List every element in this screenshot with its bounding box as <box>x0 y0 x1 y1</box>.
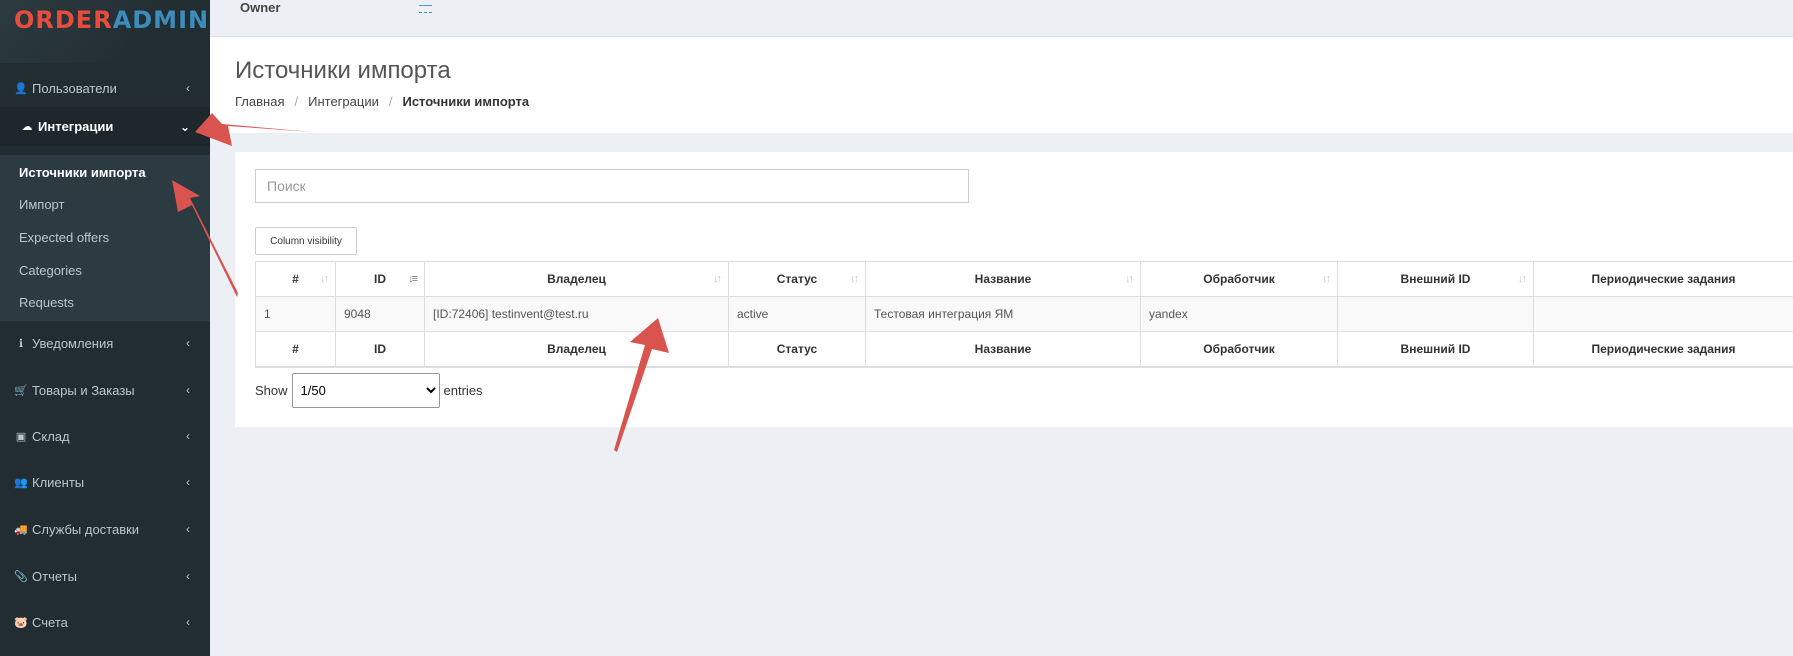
cart-icon: 🛒 <box>14 384 28 397</box>
cell-owner: [ID:72406] testinvent@test.ru <box>424 296 729 332</box>
chevron-left-icon: ‹ <box>186 383 190 397</box>
user-icon: 👤 <box>14 82 28 95</box>
column-header-owner[interactable]: Владелец ↓↑ <box>424 261 729 297</box>
sort-icon: ↓↑ <box>320 273 329 285</box>
owner-value-link[interactable]: — <box>419 0 432 13</box>
column-header-periodic-tasks[interactable]: Периодические задания <box>1533 261 1793 297</box>
sidebar-item-invoices[interactable]: 🐷 Счета ‹ <box>0 612 210 632</box>
import-sources-table: # ↓↑ ID ↓≡ Владелец ↓↑ Статус ↓↑ Название ↓↑ … <box>255 261 1793 368</box>
chevron-left-icon: ‹ <box>186 569 190 583</box>
chevron-left-icon: ‹ <box>186 81 190 95</box>
info-icon: ℹ <box>18 337 24 350</box>
table-header-row: # ↓↑ ID ↓≡ Владелец ↓↑ Статус ↓↑ Название ↓↑ … <box>255 261 1793 297</box>
truck-icon: 🚚 <box>14 523 28 536</box>
users-icon: 👥 <box>14 476 28 489</box>
sidebar-item-label: Пользователи <box>32 80 117 96</box>
sidebar-item-label: Службы доставки <box>32 521 140 537</box>
submenu-item-requests[interactable]: Requests <box>19 295 74 310</box>
entries-length-control: Show 1/50 entries <box>255 373 483 408</box>
breadcrumb-home[interactable]: Главная <box>235 94 284 109</box>
cell-status: active <box>728 296 866 332</box>
cloud-download-icon: ☁ <box>21 121 33 133</box>
sidebar-item-label: Уведомления <box>32 335 114 351</box>
sidebar-item-label: Интеграции <box>38 119 114 134</box>
submenu-item-import-sources[interactable]: Источники импорта <box>19 165 146 180</box>
sidebar-item-label: Отчеты <box>32 568 77 584</box>
cell-handler: yandex <box>1140 296 1338 332</box>
top-strip <box>210 0 1793 37</box>
sort-icon: ↓↑ <box>850 273 859 285</box>
sidebar-item-warehouse[interactable]: ▣ Склад ‹ <box>0 426 210 446</box>
column-header-handler[interactable]: Обработчик ↓↑ <box>1140 261 1338 297</box>
submenu-item-expected-offers[interactable]: Expected offers <box>19 230 109 245</box>
breadcrumb-integrations[interactable]: Интеграции <box>308 94 379 109</box>
sort-desc-icon: ↓≡ <box>408 273 418 285</box>
chevron-left-icon: ‹ <box>186 475 190 489</box>
sidebar-item-integrations[interactable]: ☁ Интеграции ⌄ <box>0 107 210 146</box>
footer-header-name: Название <box>865 331 1141 368</box>
sort-icon: ↓↑ <box>1125 273 1134 285</box>
table-footer-row: # ID Владелец Статус Название Обработчик… <box>255 331 1793 368</box>
column-header-external-id[interactable]: Внешний ID ↓↑ <box>1337 261 1534 297</box>
sidebar-item-label: Склад <box>32 428 70 444</box>
page-title: Источники импорта <box>235 57 451 84</box>
sort-icon: ↓↑ <box>1518 273 1527 285</box>
page-length-select[interactable]: 1/50 <box>291 373 440 408</box>
chevron-left-icon: ‹ <box>186 522 190 536</box>
footer-header-periodic-tasks: Периодические задания <box>1533 331 1793 368</box>
cell-number: 1 <box>255 296 336 332</box>
logo-part-order: ORDER <box>14 6 113 34</box>
sidebar-item-reports[interactable]: 📎 Отчеты ‹ <box>0 566 210 586</box>
sidebar-item-clients[interactable]: 👥 Клиенты ‹ <box>0 472 210 492</box>
table-row[interactable]: 1 9048 [ID:72406] testinvent@test.ru act… <box>255 296 1793 332</box>
footer-header-owner: Владелец <box>424 331 729 368</box>
show-label: Show <box>255 383 288 398</box>
breadcrumb-current: Источники импорта <box>402 94 530 109</box>
sidebar-item-label: Счета <box>32 614 68 630</box>
footer-header-status: Статус <box>728 331 866 368</box>
breadcrumb-separator: / <box>388 94 393 109</box>
sidebar-item-users[interactable]: 👤 Пользователи ‹ <box>0 76 210 100</box>
cell-periodic-tasks <box>1533 296 1793 332</box>
piggy-bank-icon: 🐷 <box>14 616 28 629</box>
logo-part-admin: ADMIN <box>112 6 210 34</box>
column-header-number[interactable]: # ↓↑ <box>255 261 336 297</box>
chevron-left-icon: ‹ <box>186 336 190 350</box>
column-header-status[interactable]: Статус ↓↑ <box>728 261 866 297</box>
sort-icon: ↓↑ <box>713 273 722 285</box>
app-logo[interactable]: ORDER ADMIN <box>0 0 210 63</box>
paperclip-icon: 📎 <box>14 570 28 583</box>
chevron-down-icon: ⌄ <box>179 119 190 134</box>
column-visibility-button[interactable]: Column visibility <box>255 227 357 255</box>
cubes-icon: ▣ <box>15 430 27 443</box>
column-header-id[interactable]: ID ↓≡ <box>335 261 425 297</box>
cell-external-id <box>1337 296 1534 332</box>
sidebar-item-delivery-services[interactable]: 🚚 Службы доставки ‹ <box>0 519 210 539</box>
cell-id: 9048 <box>335 296 425 332</box>
sort-icon: ↓↑ <box>1322 273 1331 285</box>
column-header-name[interactable]: Название ↓↑ <box>865 261 1141 297</box>
submenu-item-categories[interactable]: Categories <box>19 263 82 278</box>
chevron-left-icon: ‹ <box>186 615 190 629</box>
owner-label: Owner <box>240 0 281 15</box>
integrations-submenu: Источники импорта Импорт Expected offers… <box>0 155 210 321</box>
breadcrumb: Главная / Интеграции / Источники импорта <box>235 94 529 109</box>
search-input[interactable] <box>255 169 969 203</box>
content-header <box>210 37 1793 133</box>
chevron-left-icon: ‹ <box>186 429 190 443</box>
footer-header-number: # <box>255 331 336 368</box>
footer-header-id: ID <box>335 331 425 368</box>
breadcrumb-separator: / <box>294 94 299 109</box>
sidebar-item-goods-orders[interactable]: 🛒 Товары и Заказы ‹ <box>0 380 210 400</box>
footer-header-external-id: Внешний ID <box>1337 331 1534 368</box>
sidebar-item-label: Клиенты <box>32 474 85 490</box>
sidebar-item-label: Товары и Заказы <box>32 382 135 398</box>
footer-header-handler: Обработчик <box>1140 331 1338 368</box>
submenu-item-import[interactable]: Импорт <box>19 197 64 212</box>
cell-name: Тестовая интеграция ЯМ <box>865 296 1141 332</box>
entries-label: entries <box>443 383 483 398</box>
sidebar: ORDER ADMIN 👤 Пользователи ‹ ☁ Интеграции… <box>0 0 210 656</box>
sidebar-item-notifications[interactable]: ℹ Уведомления ‹ <box>0 333 210 353</box>
